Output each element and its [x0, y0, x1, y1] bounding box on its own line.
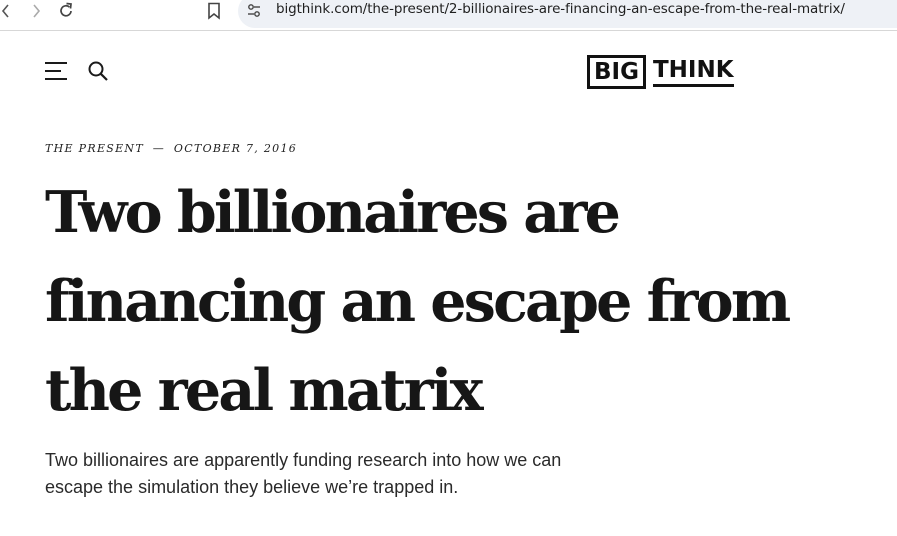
bookmark-button[interactable] [204, 0, 224, 22]
forward-button[interactable] [26, 0, 46, 22]
back-button[interactable] [0, 0, 16, 22]
bookmark-icon [208, 2, 220, 20]
site-header [0, 31, 897, 111]
kicker-separator: — [152, 142, 166, 155]
article-kicker: THE PRESENT — OCTOBER 7, 2016 [45, 142, 297, 155]
section-link[interactable]: THE PRESENT [45, 142, 144, 155]
article-summary: Two billionaires are apparently funding … [45, 450, 562, 497]
big-think-logo[interactable]: BIG THINK [587, 54, 734, 89]
site-info-icon [248, 4, 260, 17]
browser-toolbar: bigthink.com/the-present/2-billionaires-… [0, 0, 897, 31]
hamburger-menu-icon[interactable] [45, 61, 69, 81]
site-info-button[interactable] [244, 0, 264, 22]
logo-think-text: THINK [652, 57, 734, 87]
forward-icon [33, 4, 41, 18]
publish-date: OCTOBER 7, 2016 [173, 142, 298, 155]
address-bar-url[interactable]: bigthink.com/the-present/2-billionaires-… [276, 1, 845, 17]
reload-button[interactable] [56, 0, 76, 22]
logo-big-text: BIG [587, 54, 646, 89]
article-title: Two billionaires are financing an escape… [45, 179, 791, 424]
reload-icon [60, 2, 72, 17]
back-icon [1, 4, 9, 18]
search-icon[interactable] [87, 60, 109, 82]
